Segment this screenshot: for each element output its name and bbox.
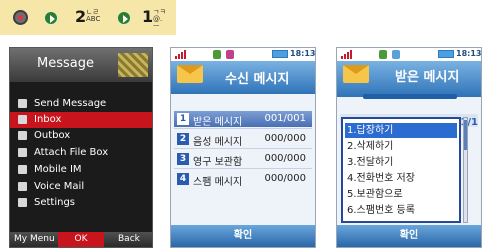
list-item[interactable]: 4 스팸 메시지 000/000 — [174, 171, 312, 188]
option-move-to-box[interactable]: 5.보관함으로 — [345, 187, 457, 202]
item-count: 000/000 — [264, 153, 306, 164]
softkey-ok[interactable]: OK — [58, 232, 104, 247]
screen-title: Message — [37, 56, 94, 71]
screen-header: 수신 메시지 — [171, 61, 315, 94]
menu-item-send-message[interactable]: Send Message — [10, 96, 152, 112]
option-reply[interactable]: 1.답장하기 — [345, 123, 457, 138]
key-sequence-strip: 2 ㄴㄹ ABC 1 ㄱㅋ @.ㅡ — [0, 0, 176, 35]
arrow-right-icon — [117, 11, 131, 25]
list-item[interactable]: 1 받은 메시지 001/001 — [174, 111, 312, 128]
item-number: 3 — [177, 153, 189, 165]
arrow-right-icon — [44, 11, 58, 25]
list-item[interactable]: 2 음성 메시지 000/000 — [174, 131, 312, 148]
item-number: 1 — [177, 113, 189, 125]
menu-item-label: Settings — [34, 197, 76, 208]
menu-item-outbox[interactable]: Outbox — [10, 128, 152, 144]
menu-item-label: Voice Mail — [34, 181, 85, 192]
screen-title: 수신 메시지 — [225, 72, 290, 87]
message-menu-screen: Message Send Message Inbox Outbox Attach… — [9, 47, 153, 248]
attach-file-icon — [18, 148, 27, 157]
options-popup: 1.답장하기 2.삭제하기 3.전달하기 4.전화번호 저장 5.보관함으로 6… — [341, 117, 461, 223]
menu-item-label: Inbox — [34, 114, 62, 125]
menu-key-icon — [13, 10, 28, 25]
list-item[interactable]: 3 영구 보관함 000/000 — [174, 151, 312, 168]
battery-icon — [272, 50, 288, 58]
clock: 18:13 — [456, 49, 482, 58]
status-bar: 18:13 — [171, 48, 315, 61]
received-messages-screen: 18:13 수신 메시지 1 받은 메시지 001/001 2 음성 메시지 0… — [170, 47, 316, 248]
settings-icon — [18, 198, 27, 207]
confirm-button[interactable]: 확인 — [337, 225, 481, 247]
option-register-spam[interactable]: 6.스팸번호 등록 — [345, 203, 457, 218]
item-count: 000/000 — [264, 173, 306, 184]
voice-mail-icon — [18, 182, 27, 191]
menu-item-inbox[interactable]: Inbox — [10, 112, 152, 128]
key-digit: 1 — [142, 7, 154, 26]
menu-item-attach-file-box[interactable]: Attach File Box — [10, 145, 152, 161]
option-forward[interactable]: 3.전달하기 — [345, 155, 457, 170]
clock: 18:13 — [290, 49, 316, 58]
menu-item-label: Send Message — [34, 98, 107, 109]
envelope-icon — [18, 99, 27, 108]
message-status-icon — [392, 50, 400, 59]
item-name: 스팸 메시지 — [193, 177, 243, 188]
confirm-button[interactable]: 확인 — [171, 225, 315, 247]
menu-item-label: Attach File Box — [34, 147, 109, 158]
popup-scrollbar[interactable] — [463, 117, 468, 223]
item-count: 001/001 — [264, 113, 306, 124]
key-letters: ㄱㅋ @.ㅡ — [153, 8, 166, 30]
key-digit: 2 — [75, 7, 87, 26]
softkey-bar: My Menu OK Back — [10, 232, 152, 247]
item-name: 받은 메시지 — [193, 117, 243, 128]
signal-icon — [341, 50, 353, 59]
item-name: 음성 메시지 — [193, 137, 243, 148]
item-number: 2 — [177, 133, 189, 145]
menu-item-mobile-im[interactable]: Mobile IM — [10, 162, 152, 178]
status-icon — [213, 50, 221, 59]
softkey-my-menu[interactable]: My Menu — [14, 234, 55, 244]
envelope-pattern-icon — [118, 53, 148, 77]
mobile-im-icon — [18, 165, 27, 174]
menu-item-label: Mobile IM — [34, 164, 82, 175]
row-divider — [174, 148, 312, 149]
screen-header: Message — [10, 48, 152, 82]
outbox-icon — [18, 131, 27, 140]
message-pager — [363, 94, 457, 99]
inbox-icon — [18, 115, 27, 124]
option-delete[interactable]: 2.삭제하기 — [345, 139, 457, 154]
inbox-options-screen: 18:13 받은 메시지 1/1 1.답장하기 2.삭제하기 3.전달하기 4.… — [336, 47, 482, 248]
menu-item-voice-mail[interactable]: Voice Mail — [10, 179, 152, 195]
envelope-icon — [177, 65, 203, 83]
battery-icon — [438, 50, 454, 58]
item-name: 영구 보관함 — [193, 157, 243, 168]
menu-item-settings[interactable]: Settings — [10, 195, 152, 211]
row-divider — [174, 168, 312, 169]
signal-icon — [175, 50, 187, 59]
row-divider — [174, 128, 312, 129]
softkey-back[interactable]: Back — [118, 234, 140, 244]
option-save-number[interactable]: 4.전화번호 저장 — [345, 171, 457, 186]
envelope-icon — [343, 65, 369, 83]
menu-item-label: Outbox — [34, 130, 71, 141]
item-count: 000/000 — [264, 133, 306, 144]
item-number: 4 — [177, 173, 189, 185]
status-bar: 18:13 — [337, 48, 481, 61]
status-icon — [379, 50, 387, 59]
screen-header: 받은 메시지 — [337, 61, 481, 99]
key-letters: ㄴㄹ ABC — [86, 8, 101, 23]
message-status-icon — [226, 50, 234, 59]
screen-title: 받은 메시지 — [395, 70, 460, 85]
